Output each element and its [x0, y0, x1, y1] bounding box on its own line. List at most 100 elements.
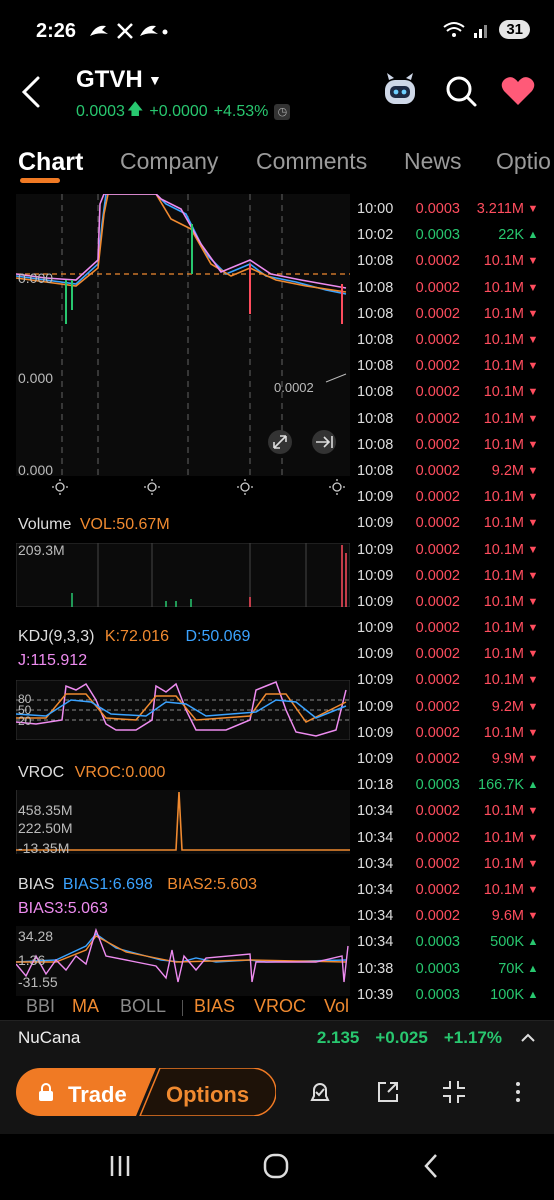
recent-apps-icon[interactable] — [104, 1150, 136, 1182]
time-and-sales-list[interactable]: 10:00 0.0003 3.211M ▼ 10:02 0.0003 22K ▲ 10:08 0.… — [352, 196, 554, 1008]
tab-chart[interactable]: Chart — [18, 148, 83, 177]
trade-time: 10:09 — [357, 751, 394, 768]
indicator-divider — [182, 1000, 183, 1016]
triangle-down-icon: ▼ — [527, 412, 539, 425]
trade-row: 10:09 0.0002 10.1M ▼ — [352, 563, 554, 589]
trade-price: 0.0002 — [415, 698, 460, 715]
trade-price: 0.0002 — [415, 855, 460, 872]
trade-time: 10:39 — [357, 986, 394, 1003]
trade-time: 10:08 — [357, 410, 394, 427]
ai-assistant-icon[interactable] — [380, 70, 420, 110]
trade-time: 10:09 — [357, 593, 394, 610]
bias-chart[interactable] — [16, 926, 350, 996]
trade-time: 10:18 — [357, 777, 394, 794]
trade-price: 0.0002 — [415, 829, 460, 846]
kdj-d-value: D:50.069 — [185, 628, 251, 645]
tab-company[interactable]: Company — [120, 148, 218, 175]
related-stock-strip[interactable]: NuCana 2.135 +0.025 +1.17% — [0, 1020, 554, 1054]
trade-time: 10:09 — [357, 698, 394, 715]
options-button-label[interactable]: Options — [166, 1082, 249, 1108]
trade-price: 0.0002 — [415, 541, 460, 558]
volume-chart[interactable] — [16, 543, 350, 607]
indicator-vol[interactable]: Vol — [324, 996, 349, 1017]
signal-icon — [474, 24, 488, 38]
indicator-bbi[interactable]: BBI — [26, 996, 55, 1017]
trade-time: 10:08 — [357, 436, 394, 453]
last-price-label: 0.0002 — [274, 380, 314, 395]
search-icon[interactable] — [444, 74, 478, 108]
tab-news[interactable]: News — [404, 148, 462, 175]
trade-row: 10:34 0.0002 10.1M ▼ — [352, 798, 554, 824]
triangle-down-icon: ▼ — [527, 438, 539, 451]
trade-price: 0.0002 — [415, 253, 460, 270]
home-icon[interactable] — [260, 1150, 292, 1182]
trade-volume: 22K — [498, 227, 524, 244]
triangle-up-icon: ▲ — [527, 988, 539, 1001]
price-axis-label-mid: 0.000 — [18, 370, 54, 386]
collapse-icon[interactable] — [440, 1078, 468, 1106]
kdj-level-20: 20 — [18, 714, 32, 728]
trade-price: 0.0003 — [415, 960, 460, 977]
indicator-bias[interactable]: BIAS — [194, 996, 235, 1017]
related-stock-price: 2.135 — [316, 1028, 360, 1047]
trade-volume: 10.1M — [483, 253, 524, 270]
volume-max-label: 209.3M — [18, 542, 65, 558]
vroc-tick-bottom: -13.35M — [18, 840, 70, 856]
indicator-ma[interactable]: MA — [72, 996, 99, 1017]
kdj-chart[interactable] — [16, 680, 350, 740]
related-stock-name: NuCana — [18, 1028, 81, 1047]
trade-volume: 10.1M — [483, 567, 524, 584]
trade-price: 0.0003 — [415, 777, 460, 794]
indicator-boll[interactable]: BOLL — [120, 996, 166, 1017]
active-tab-indicator — [20, 178, 60, 183]
status-bar: 2:26 31 — [0, 0, 554, 62]
system-nav-bar — [0, 1134, 554, 1200]
trade-price: 0.0003 — [415, 201, 460, 218]
indicator-vroc[interactable]: VROC — [254, 996, 306, 1017]
trade-row: 10:34 0.0002 10.1M ▼ — [352, 851, 554, 877]
trade-volume: 9.9M — [491, 751, 524, 768]
kdj-header: KDJ(9,3,3) K:72.016 D:50.069 — [18, 628, 250, 646]
share-icon[interactable] — [374, 1078, 402, 1106]
triangle-down-icon: ▼ — [527, 517, 539, 530]
trade-volume: 10.1M — [483, 881, 524, 898]
back-icon[interactable] — [16, 72, 50, 112]
triangle-down-icon: ▼ — [527, 203, 539, 216]
tab-options[interactable]: Optio — [496, 148, 551, 175]
trade-row: 10:08 0.0002 10.1M ▼ — [352, 275, 554, 301]
trade-volume: 166.7K — [478, 777, 524, 794]
ticker-dropdown-icon[interactable]: ▼ — [148, 72, 162, 88]
ticker-symbol[interactable]: GTVH — [76, 66, 143, 94]
triangle-down-icon: ▼ — [527, 857, 539, 870]
volume-value: VOL:50.67M — [79, 516, 170, 533]
trade-time: 10:09 — [357, 541, 394, 558]
trade-row: 10:09 0.0002 10.1M ▼ — [352, 484, 554, 510]
favorite-heart-icon[interactable] — [500, 74, 536, 108]
price-axis-label-bottom: 0.000 — [18, 462, 54, 478]
price-chart[interactable]: 0.0002 — [16, 194, 350, 476]
quote-summary: 0.0003 🡅 +0.0000 +4.53% ◷ — [76, 98, 291, 125]
price-change-pct: +4.53% — [213, 102, 269, 120]
trade-time: 10:00 — [357, 201, 394, 218]
trade-price: 0.0002 — [415, 410, 460, 427]
trade-time: 10:34 — [357, 803, 394, 820]
trade-volume: 500K — [490, 934, 524, 951]
price-alert-icon[interactable] — [306, 1078, 334, 1106]
nav-back-icon[interactable] — [416, 1150, 448, 1182]
chevron-up-icon[interactable] — [520, 1030, 536, 1046]
trade-volume: 10.1M — [483, 593, 524, 610]
bias-label: BIAS — [18, 876, 55, 893]
trade-volume: 100K — [490, 986, 524, 1003]
trade-button-label[interactable]: Trade — [68, 1082, 127, 1108]
trade-row: 10:08 0.0002 10.1M ▼ — [352, 432, 554, 458]
triangle-up-icon: ▲ — [527, 936, 539, 949]
battery-indicator: 31 — [499, 20, 530, 39]
triangle-down-icon: ▼ — [527, 595, 539, 608]
notification-icons-graphic — [90, 23, 168, 39]
tab-comments[interactable]: Comments — [256, 148, 367, 175]
trade-time: 10:09 — [357, 515, 394, 532]
trade-time: 10:08 — [357, 358, 394, 375]
trade-volume: 10.1M — [483, 541, 524, 558]
more-options-icon[interactable] — [504, 1078, 532, 1106]
trade-row: 10:08 0.0002 10.1M ▼ — [352, 248, 554, 274]
